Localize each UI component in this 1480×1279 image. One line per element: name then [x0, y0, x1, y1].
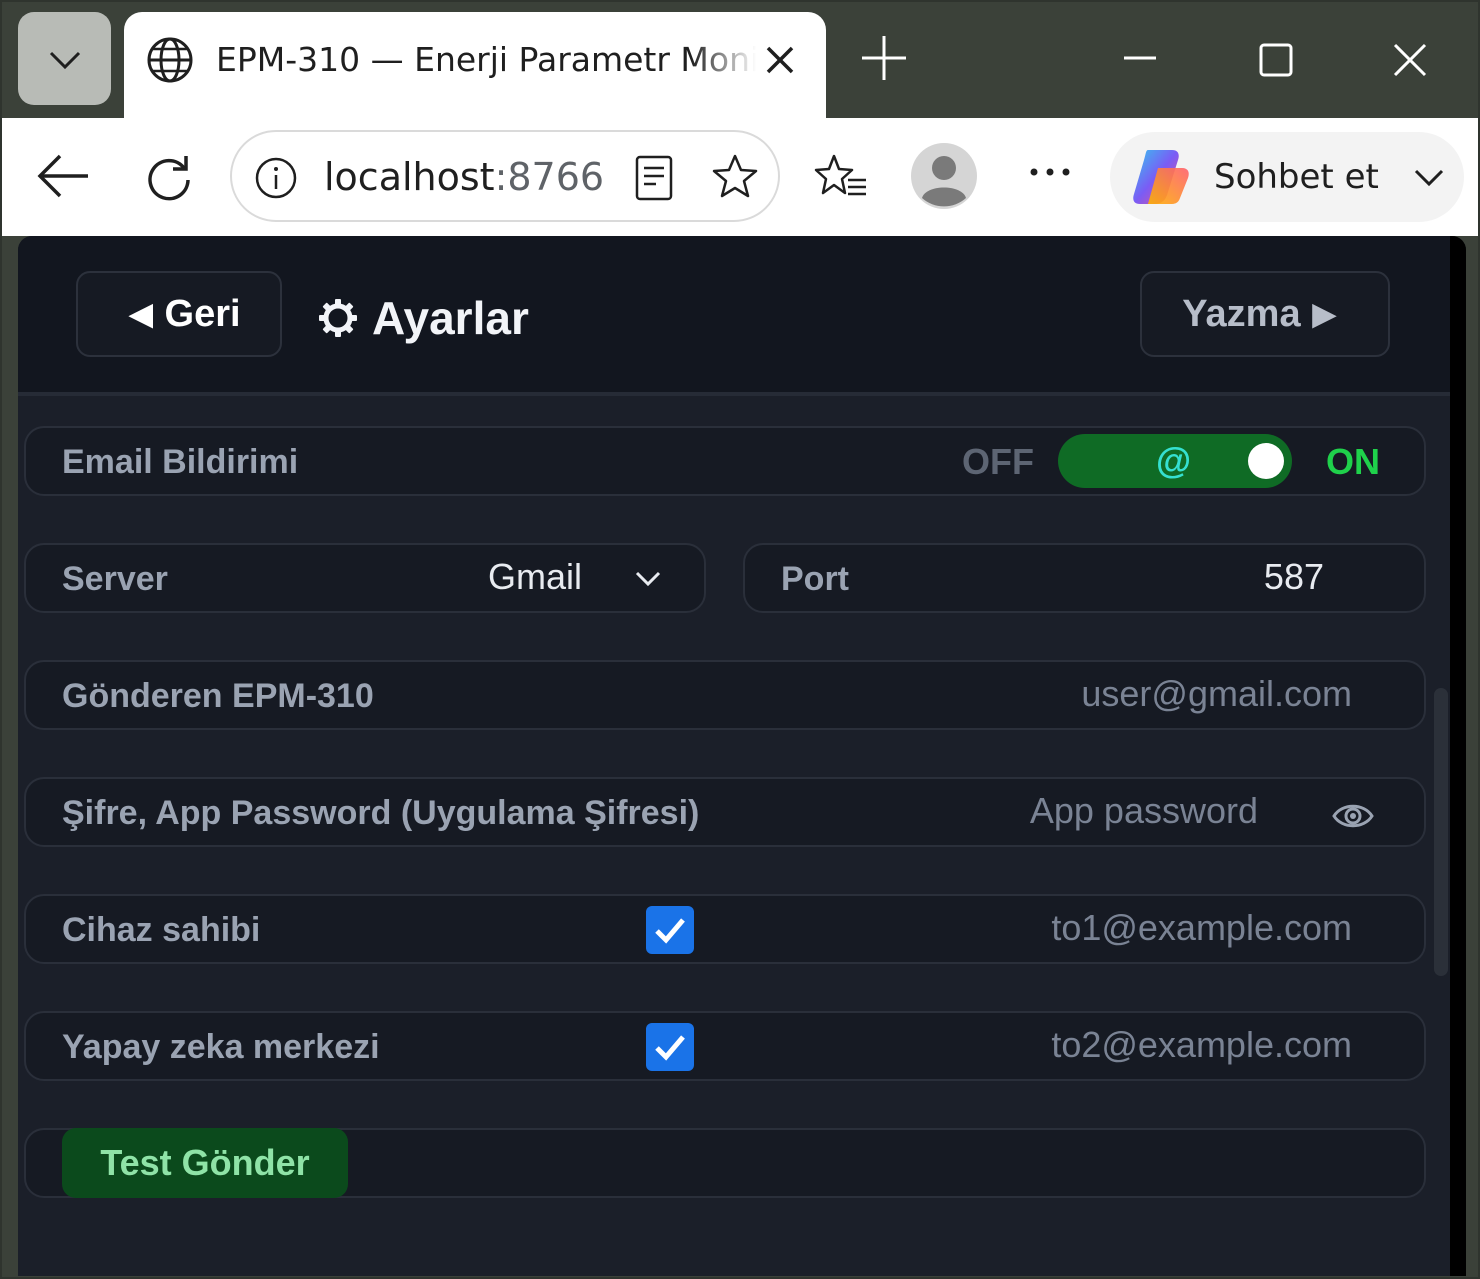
plus-icon[interactable]	[858, 32, 910, 84]
triangle-right-icon: ▶	[1312, 297, 1336, 331]
checkmark-icon	[655, 1035, 685, 1061]
scrollbar-track[interactable]	[1450, 236, 1466, 1276]
copilot-icon	[1133, 150, 1189, 204]
copilot-button[interactable]: Sohbet et	[1110, 132, 1464, 222]
back-button[interactable]: ◀ Geri	[76, 271, 282, 357]
recipient-email-input[interactable]: to2@example.com	[1051, 1023, 1352, 1067]
recipient-label: Cihaz sahibi	[62, 911, 261, 949]
toggle-knob	[1248, 443, 1284, 479]
scrollbar-thumb[interactable]	[1434, 688, 1448, 976]
globe-icon	[147, 37, 193, 83]
address-port: :8766	[494, 155, 605, 199]
next-button-label: Yazma	[1182, 292, 1301, 335]
profile-avatar-icon[interactable]	[910, 142, 978, 210]
tab-bar: EPM-310 — Enerji Parametr Monitör	[2, 2, 1478, 118]
browser-toolbar: localhost:8766 Sohbet et	[2, 118, 1478, 236]
back-arrow-icon[interactable]	[36, 152, 92, 200]
chevron-down-icon	[49, 51, 80, 69]
page-title: Ayarlar	[318, 288, 529, 348]
page-viewport: ◀ Geri Ayarlar Yazma ▶ Email Bildirimi O…	[18, 236, 1466, 1276]
server-label: Server	[62, 560, 168, 598]
recipient-checkbox[interactable]	[646, 906, 694, 954]
password-input[interactable]: App password	[1030, 789, 1258, 833]
maximize-icon[interactable]	[1256, 40, 1296, 80]
recipient-label: Yapay zeka merkezi	[62, 1028, 380, 1066]
toggle-on-label: ON	[1326, 441, 1380, 482]
address-url: localhost:8766	[324, 152, 604, 202]
reader-view-icon[interactable]	[632, 154, 676, 202]
toggle-at-symbol: @	[1156, 440, 1192, 481]
recipient-row: Cihaz sahibi to1@example.com	[24, 894, 1426, 964]
server-select[interactable]: Gmail	[488, 555, 582, 599]
port-row: Port 587	[743, 543, 1426, 613]
favorites-icon[interactable]	[814, 152, 868, 202]
port-input[interactable]: 587	[1264, 555, 1324, 599]
email-notification-label: Email Bildirimi	[62, 443, 299, 481]
checkmark-icon	[655, 918, 685, 944]
browser-tab-active[interactable]: EPM-310 — Enerji Parametr Monitör	[124, 12, 826, 118]
recipient-email-input[interactable]: to1@example.com	[1051, 906, 1352, 950]
test-send-button[interactable]: Test Gönder	[62, 1128, 348, 1198]
email-notification-row: Email Bildirimi OFF @ ON	[24, 426, 1426, 496]
toggle-off-label: OFF	[962, 441, 1034, 482]
eye-icon[interactable]	[1332, 799, 1374, 833]
close-icon[interactable]	[760, 40, 800, 80]
info-icon[interactable]	[254, 156, 298, 200]
next-button[interactable]: Yazma ▶	[1140, 271, 1390, 357]
test-row: Test Gönder	[24, 1128, 1426, 1198]
page-title-text: Ayarlar	[372, 292, 529, 344]
window-close-icon[interactable]	[1390, 40, 1430, 80]
email-notification-toggle[interactable]: @	[1058, 434, 1292, 488]
gear-icon	[319, 299, 357, 337]
minimize-icon[interactable]	[1120, 38, 1160, 78]
more-options-icon[interactable]	[1026, 162, 1074, 182]
sender-row: Gönderen EPM-310 user@gmail.com	[24, 660, 1426, 730]
recipient-row: Yapay zeka merkezi to2@example.com	[24, 1011, 1426, 1081]
star-icon[interactable]	[710, 152, 760, 202]
address-bar[interactable]: localhost:8766	[230, 130, 780, 222]
copilot-label: Sohbet et	[1214, 157, 1379, 197]
reload-icon[interactable]	[144, 152, 194, 202]
password-label: Şifre, App Password (Uygulama Şifresi)	[62, 794, 700, 832]
password-row: Şifre, App Password (Uygulama Şifresi) A…	[24, 777, 1426, 847]
sender-label: Gönderen EPM-310	[62, 677, 374, 715]
port-label: Port	[781, 560, 849, 598]
recipient-checkbox[interactable]	[646, 1023, 694, 1071]
browser-window: EPM-310 — Enerji Parametr Monitör localh…	[0, 0, 1480, 1279]
app-header: ◀ Geri Ayarlar Yazma ▶	[18, 236, 1450, 396]
address-host: localhost	[324, 155, 495, 199]
chevron-down-icon[interactable]	[634, 567, 662, 591]
tab-title: EPM-310 — Enerji Parametr Monitör	[216, 40, 756, 79]
sender-email-input[interactable]: user@gmail.com	[1081, 672, 1352, 716]
back-button-label: Geri	[164, 292, 241, 335]
triangle-left-icon: ◀	[129, 297, 153, 331]
server-row: Server Gmail	[24, 543, 706, 613]
chevron-down-icon[interactable]	[1412, 162, 1446, 192]
tab-actions-menu-button[interactable]	[18, 12, 111, 105]
